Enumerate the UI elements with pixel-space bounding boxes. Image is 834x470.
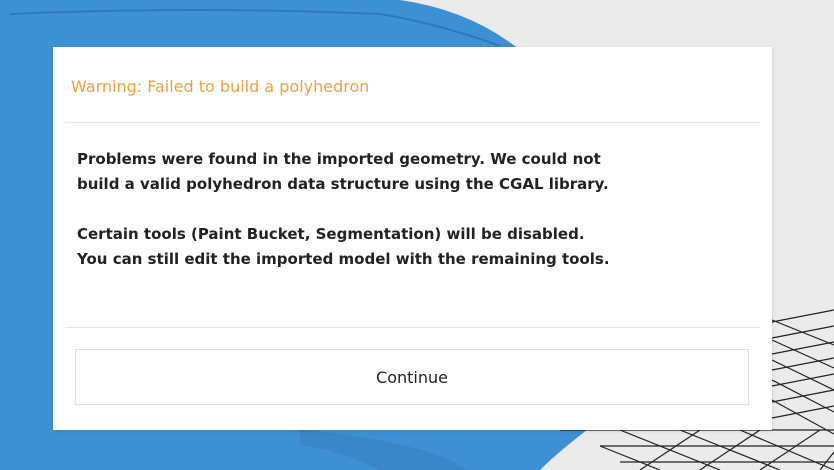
continue-button[interactable]: Continue [75, 349, 749, 405]
message-line: Certain tools (Paint Bucket, Segmentatio… [77, 225, 585, 243]
warning-dialog: Warning: Failed to build a polyhedron Pr… [53, 47, 772, 430]
message-line: build a valid polyhedron data structure … [77, 175, 609, 193]
blue-model-left [0, 40, 60, 470]
dialog-message: Problems were found in the imported geom… [77, 147, 757, 272]
title-divider [65, 122, 760, 123]
message-line: You can still edit the imported model wi… [77, 250, 610, 268]
message-line: Problems were found in the imported geom… [77, 150, 601, 168]
dialog-title: Warning: Failed to build a polyhedron [71, 77, 370, 96]
footer-divider [65, 327, 760, 328]
message-paragraph-2: Certain tools (Paint Bucket, Segmentatio… [77, 222, 757, 272]
message-paragraph-1: Problems were found in the imported geom… [77, 147, 757, 197]
